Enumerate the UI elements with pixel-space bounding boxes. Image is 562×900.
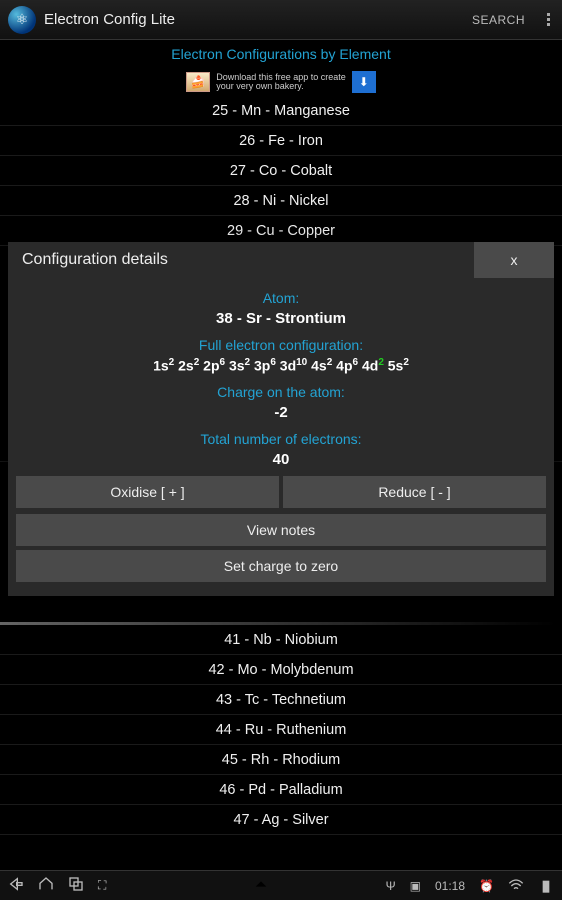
close-button[interactable]: x (474, 242, 554, 278)
atom-value: 38 - Sr - Strontium (8, 308, 554, 333)
list-item[interactable]: 25 - Mn - Manganese (0, 96, 562, 126)
list-item[interactable]: 46 - Pd - Palladium (0, 775, 562, 805)
ad-image-icon (186, 72, 210, 92)
list-item[interactable]: 27 - Co - Cobalt (0, 156, 562, 186)
dialog-title: Configuration details (8, 242, 474, 278)
list-item[interactable]: 45 - Rh - Rhodium (0, 745, 562, 775)
back-icon[interactable] (8, 876, 24, 896)
action-bar: Electron Config Lite SEARCH (0, 0, 562, 40)
list-item[interactable]: 41 - Nb - Niobium (0, 625, 562, 655)
list-item[interactable]: 28 - Ni - Nickel (0, 186, 562, 216)
list-item[interactable]: 26 - Fe - Iron (0, 126, 562, 156)
electron-config-value: 1s2 2s2 2p6 3s2 3p6 3d10 4s2 4p6 4d2 5s2 (8, 355, 554, 380)
ad-banner[interactable]: Download this free app to createyour ver… (0, 68, 562, 96)
oxidise-button[interactable]: Oxidise [ + ] (16, 476, 279, 508)
recent-apps-icon[interactable] (68, 876, 84, 896)
reduce-button[interactable]: Reduce [ - ] (283, 476, 546, 508)
dialog-header: Configuration details x (8, 242, 554, 278)
wifi-icon (508, 878, 524, 894)
download-icon[interactable]: ⬇ (352, 71, 376, 93)
clock-time: 01:18 (435, 879, 465, 893)
set-charge-zero-button[interactable]: Set charge to zero (16, 550, 546, 582)
total-electrons-label: Total number of electrons: (8, 427, 554, 449)
download-status-icon: ▣ (410, 879, 421, 893)
usb-icon: Ψ (386, 879, 396, 893)
alarm-icon: ⏰ (479, 879, 494, 893)
battery-icon (538, 878, 554, 894)
page-title: Electron Configurations by Element (0, 40, 562, 68)
charge-value: -2 (8, 402, 554, 427)
screenshot-icon[interactable]: ⛶ (98, 878, 106, 893)
ad-text: Download this free app to createyour ver… (216, 73, 346, 91)
atom-label: Atom: (8, 286, 554, 308)
list-item[interactable]: 44 - Ru - Ruthenium (0, 715, 562, 745)
charge-label: Charge on the atom: (8, 380, 554, 402)
configuration-dialog: Configuration details x Atom: 38 - Sr - … (8, 242, 554, 596)
navigation-bar: ⛶ Ψ ▣ 01:18 ⏰ (0, 870, 562, 900)
list-item[interactable]: 47 - Ag - Silver (0, 805, 562, 835)
search-button[interactable]: SEARCH (472, 13, 525, 27)
expand-up-icon[interactable] (253, 876, 269, 896)
home-icon[interactable] (38, 876, 54, 896)
app-title: Electron Config Lite (44, 11, 472, 28)
app-icon (8, 6, 36, 34)
config-label: Full electron configuration: (8, 333, 554, 355)
view-notes-button[interactable]: View notes (16, 514, 546, 546)
total-electrons-value: 40 (8, 449, 554, 474)
overflow-menu-icon[interactable] (543, 9, 554, 30)
list-item[interactable]: 42 - Mo - Molybdenum (0, 655, 562, 685)
list-item[interactable]: 43 - Tc - Technetium (0, 685, 562, 715)
